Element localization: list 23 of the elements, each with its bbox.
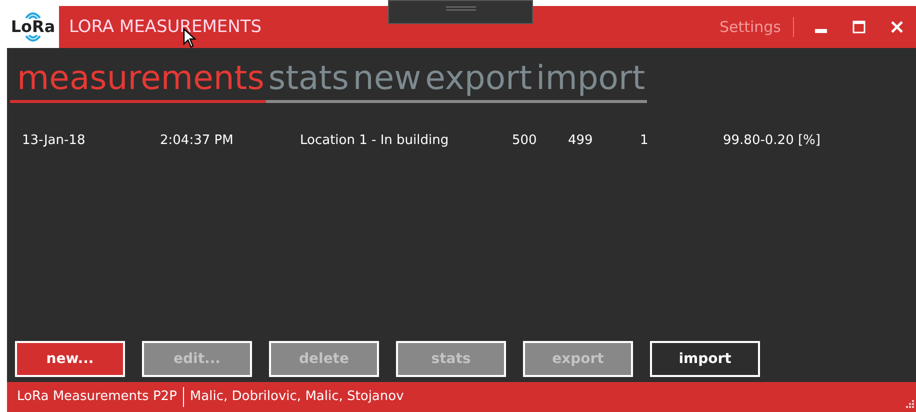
table-cell-text: 2:04:37 PM	[160, 133, 234, 148]
table-cell-text: 99.80-0.20 [%]	[723, 133, 822, 148]
maximize-icon[interactable]	[852, 20, 866, 34]
table-cell-text: 500	[512, 133, 538, 148]
app-logo: LoRa	[7, 6, 59, 48]
tab[interactable]: new	[350, 56, 424, 103]
window-title: LORA MEASUREMENTS	[69, 17, 263, 37]
close-icon[interactable]	[890, 20, 904, 34]
tab[interactable]: export	[423, 56, 534, 103]
table-cell-text: 13-Jan-18	[22, 133, 86, 148]
action-button[interactable]: import	[650, 341, 760, 377]
table-cell-text: Location 1 - In building	[300, 133, 450, 148]
tab[interactable]: measurements	[10, 56, 266, 103]
table-cell-text: 499	[568, 133, 594, 148]
settings-link[interactable]: Settings	[719, 17, 794, 37]
status-text: LoRa Measurements P2P	[11, 387, 184, 407]
table-cell-text: 1	[640, 133, 650, 148]
tab[interactable]: stats	[266, 56, 351, 103]
resize-grip-icon[interactable]	[904, 400, 914, 410]
status-text: Malic, Dobrilovic, Malic, Stojanov	[188, 388, 405, 406]
action-button[interactable]: new...	[15, 341, 125, 377]
drag-handle[interactable]	[388, 0, 533, 24]
tab[interactable]: import	[534, 56, 648, 103]
